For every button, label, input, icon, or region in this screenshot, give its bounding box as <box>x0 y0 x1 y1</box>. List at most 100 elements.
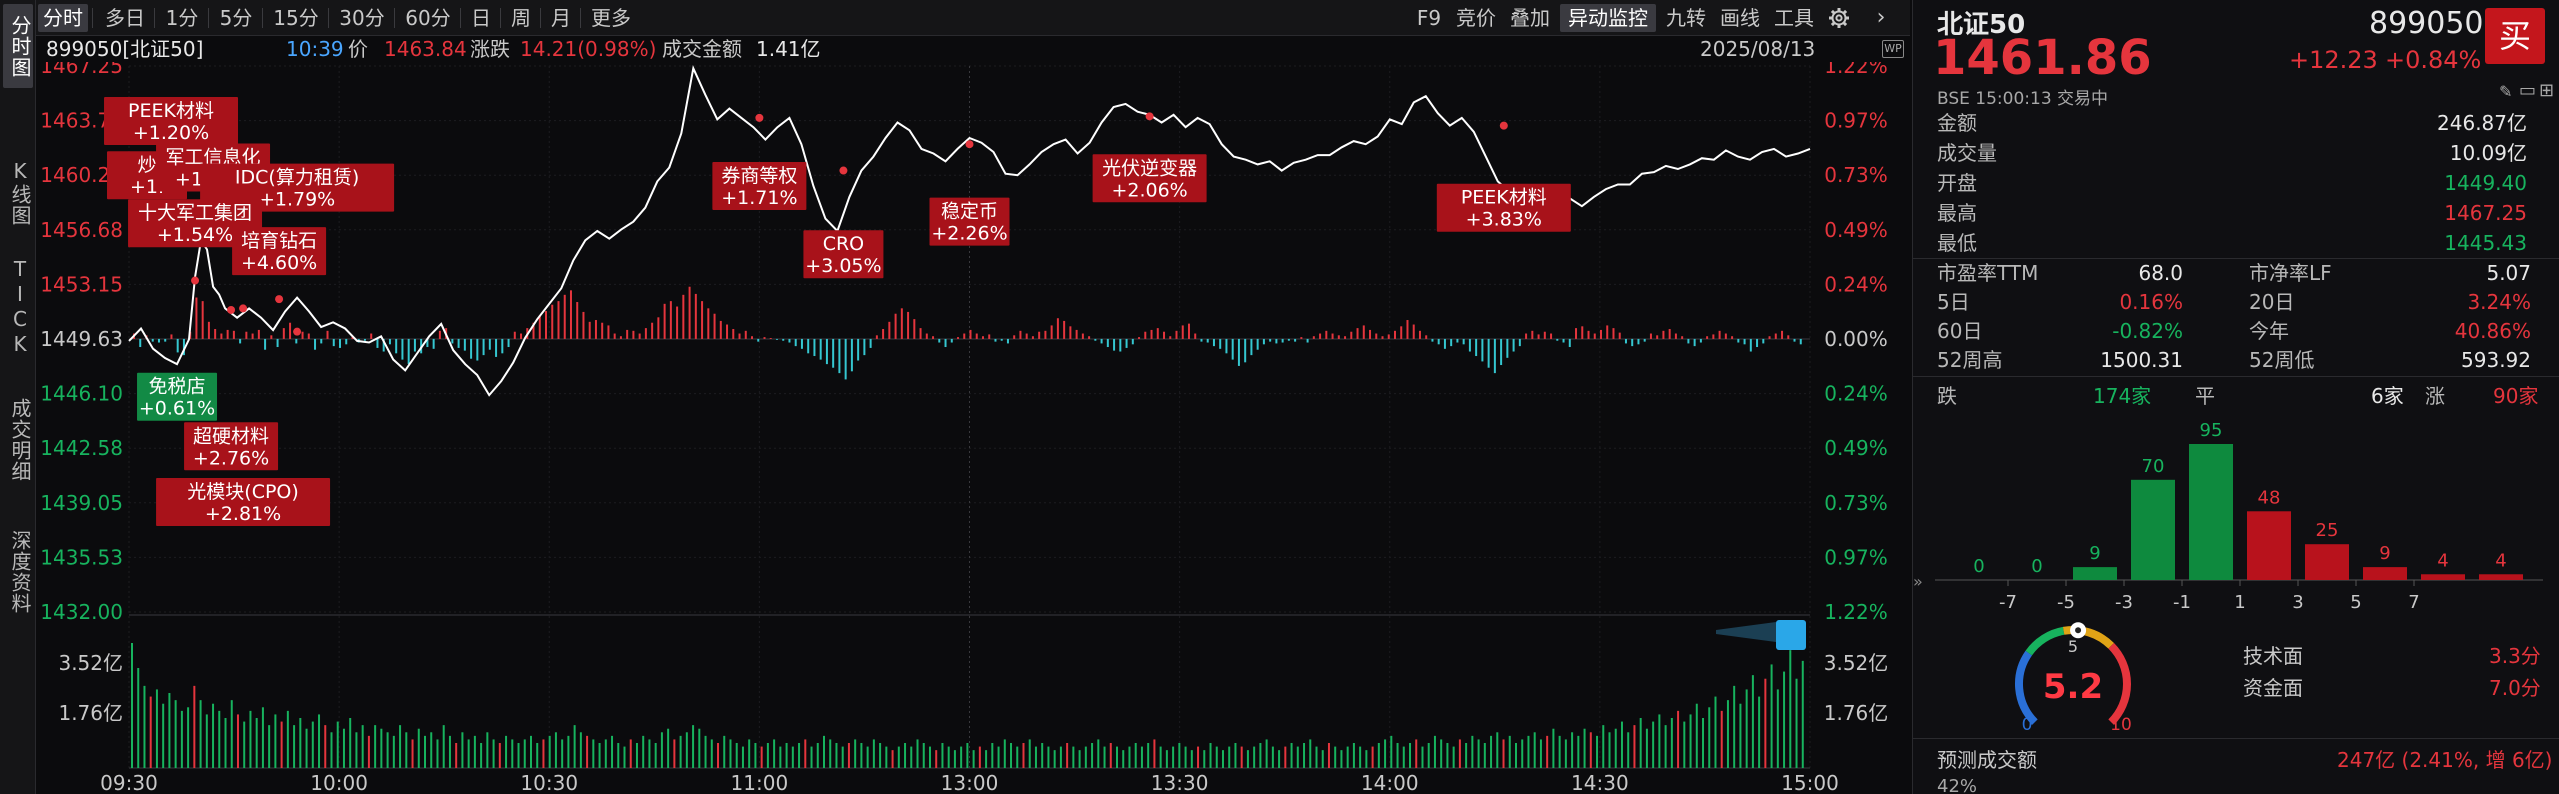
volume-bars <box>131 643 1804 768</box>
annotation-dot <box>965 140 974 149</box>
volume-bar <box>548 735 551 768</box>
diff-bar <box>170 334 173 339</box>
diff-bar <box>863 338 866 356</box>
period-more[interactable]: 更多 <box>586 4 636 32</box>
breadth-flat-label: 平 <box>2195 384 2215 408</box>
diff-bar <box>295 338 298 344</box>
volume-bar <box>860 743 863 768</box>
percent-tick: 0.00% <box>1824 327 1888 351</box>
diff-bar <box>1456 338 1459 343</box>
diff-bar <box>339 338 342 348</box>
gear-icon[interactable] <box>1824 4 1854 32</box>
period-15min[interactable]: 15分 <box>268 4 324 32</box>
sector-tag[interactable]: 超硬材料+2.76% <box>184 422 279 471</box>
f9-button[interactable]: F9 <box>1412 4 1446 32</box>
anomaly-monitor-button[interactable]: 异动监控 <box>1560 4 1656 32</box>
volume-bar <box>1116 746 1119 768</box>
diff-bar <box>607 325 610 339</box>
diff-bar <box>1088 336 1091 339</box>
sector-tag[interactable]: CRO+3.05% <box>803 230 884 279</box>
period-1min[interactable]: 1分 <box>160 4 204 32</box>
diff-bar <box>994 338 997 342</box>
tab-depth-info[interactable]: 深度资料 <box>3 516 33 628</box>
diff-bar <box>713 313 716 339</box>
collapse-panel-icon[interactable]: » <box>1913 572 1927 596</box>
tools-button[interactable]: 工具 <box>1770 4 1818 32</box>
dist-tick-label: -7 <box>1999 592 2017 613</box>
volume-bar <box>1477 739 1480 768</box>
toolbar-divider <box>328 8 329 28</box>
volume-bar <box>155 689 158 768</box>
draw-line-button[interactable]: 画线 <box>1716 4 1764 32</box>
diff-bar <box>176 338 179 353</box>
overlay-button[interactable]: 叠加 <box>1506 4 1554 32</box>
volume-bar <box>523 739 526 768</box>
diff-bar <box>1431 338 1434 342</box>
volume-bar <box>542 739 545 768</box>
intraday-chart[interactable]: 1467.251463.721460.201456.681453.151449.… <box>36 62 1910 794</box>
diff-bar <box>894 313 897 339</box>
sector-tag[interactable]: PEEK材料+3.83% <box>1436 183 1571 232</box>
wp-badge-icon[interactable]: WP <box>1882 40 1904 58</box>
volume-bar <box>218 710 221 768</box>
pencil-icon[interactable]: ✎ <box>2499 82 2512 101</box>
volume-bar <box>1377 743 1380 768</box>
sector-tag[interactable]: 光模块(CPO)+2.81% <box>156 478 331 527</box>
diff-bar <box>307 333 310 339</box>
diff-bar <box>850 338 853 372</box>
auction-button[interactable]: 竞价 <box>1452 4 1500 32</box>
diff-bar <box>1169 336 1172 339</box>
scroll-thumb-icon[interactable] <box>1716 620 1806 650</box>
sector-tag[interactable]: 培育钻石+4.60% <box>232 227 327 276</box>
sector-tag[interactable]: 光伏逆变器+2.06% <box>1092 154 1207 203</box>
period-timeshare[interactable]: 分时 <box>38 4 88 32</box>
volume-bar <box>1122 750 1125 768</box>
period-5min[interactable]: 5分 <box>214 4 258 32</box>
tab-kline[interactable]: K线图 <box>3 150 33 234</box>
period-multiday[interactable]: 多日 <box>100 4 150 32</box>
volume-bar <box>1702 718 1705 768</box>
diff-bar <box>807 338 810 354</box>
amount-label: 成交金额 <box>662 37 742 61</box>
diff-bar <box>195 297 198 339</box>
period-week[interactable]: 周 <box>506 4 536 32</box>
chevron-right-icon[interactable]: › <box>1866 4 1896 32</box>
volume-bar <box>205 714 208 768</box>
period-30min[interactable]: 30分 <box>334 4 390 32</box>
tab-tick[interactable]: TICK <box>3 252 33 362</box>
volume-bar <box>685 732 688 768</box>
nine-turn-button[interactable]: 九转 <box>1662 4 1710 32</box>
volume-bar <box>1203 750 1206 768</box>
period-month[interactable]: 月 <box>546 4 576 32</box>
diff-bar <box>907 311 910 339</box>
volume-bar <box>1352 743 1355 768</box>
volume-bar <box>1795 678 1798 768</box>
diff-bar <box>201 301 204 339</box>
minus-icon[interactable]: ▭ <box>2519 80 2536 101</box>
sector-tag-name: IDC(算力租赁) <box>235 167 359 189</box>
valuation-row: 20日 3.24% <box>2249 287 2531 317</box>
diff-bar <box>507 338 510 348</box>
diff-bar <box>157 338 160 343</box>
volume-bar <box>1720 710 1723 768</box>
volume-bar <box>573 725 576 768</box>
period-60min[interactable]: 60分 <box>400 4 456 32</box>
buy-button[interactable]: 买 <box>2485 8 2545 64</box>
volume-bar <box>1321 750 1324 768</box>
volume-bar <box>1596 735 1599 768</box>
diff-bar <box>932 336 935 339</box>
volume-bar <box>1745 689 1748 768</box>
sector-tag[interactable]: 券商等权+1.71% <box>712 162 807 211</box>
tab-trade-detail[interactable]: 成交明细 <box>3 384 33 496</box>
plus-icon[interactable]: ⊞ <box>2539 80 2554 101</box>
volume-bar <box>1683 721 1686 768</box>
diff-bar <box>301 331 304 339</box>
tab-timeshare[interactable]: 分时图 <box>3 4 33 88</box>
sector-tag-change: +2.76% <box>193 447 269 469</box>
period-day[interactable]: 日 <box>466 4 496 32</box>
sector-tag[interactable]: 免税店+0.61% <box>137 372 218 421</box>
diff-bar <box>407 338 410 365</box>
sector-tag[interactable]: 稳定币+2.26% <box>929 197 1010 246</box>
volume-bar <box>1303 743 1306 768</box>
sector-tag[interactable]: PEEK材料+1.20% <box>104 96 239 145</box>
